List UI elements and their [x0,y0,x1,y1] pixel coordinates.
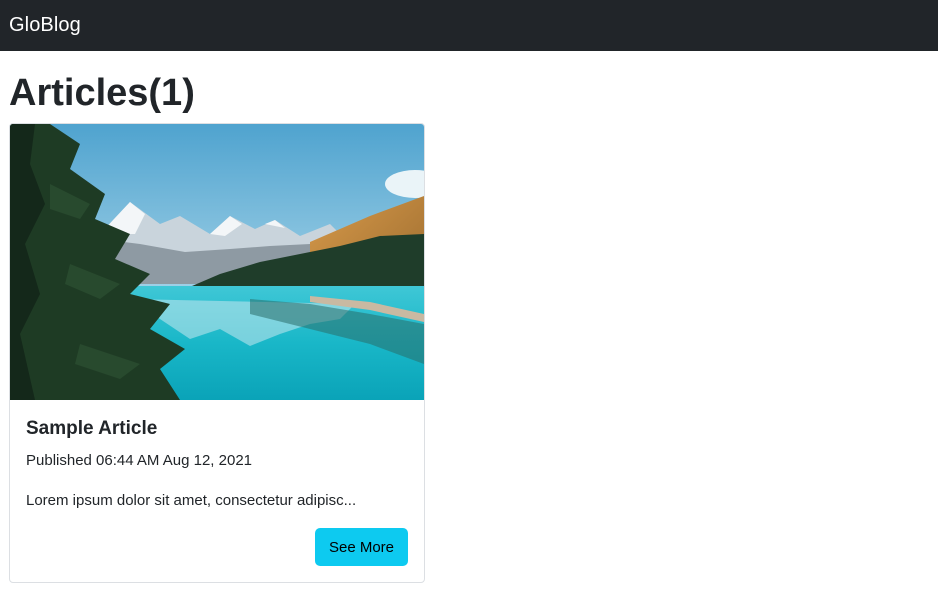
article-card-body: Sample Article Published 06:44 AM Aug 12… [10,400,424,582]
article-card: Sample Article Published 06:44 AM Aug 12… [9,123,425,583]
page-title: Articles(1) [9,72,195,114]
article-image [10,124,424,400]
brand-link[interactable]: GloBlog [9,14,81,37]
see-more-button[interactable]: See More [315,528,408,566]
top-navbar: GloBlog [0,0,938,51]
article-title[interactable]: Sample Article [26,418,157,440]
article-excerpt: Lorem ipsum dolor sit amet, consectetur … [26,492,357,509]
article-published-date: Published 06:44 AM Aug 12, 2021 [26,452,253,469]
